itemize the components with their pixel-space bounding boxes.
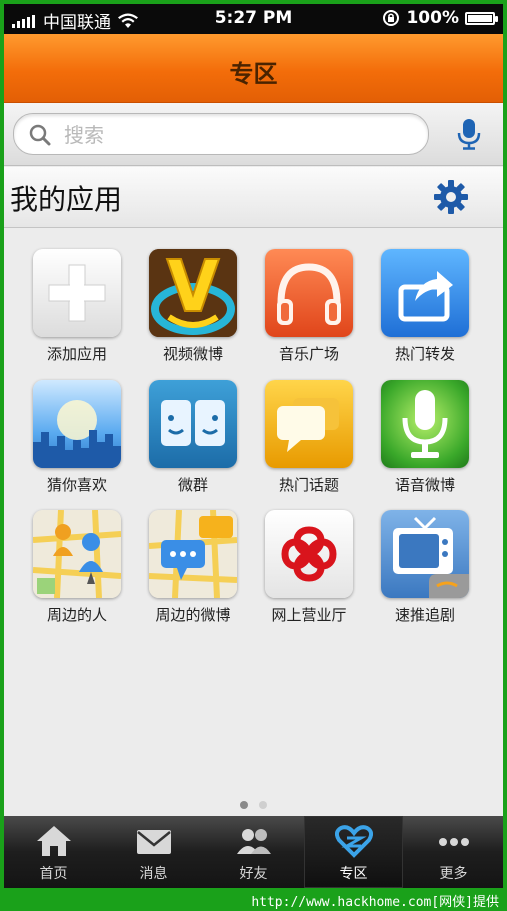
- search-box[interactable]: [13, 113, 429, 155]
- app-header: 专区: [4, 34, 503, 103]
- app-label: 网上营业厅: [271, 606, 347, 624]
- app-tile-nearby-weibo[interactable]: 周边的微博: [135, 505, 251, 625]
- battery-percent: 100%: [406, 8, 459, 28]
- page-title: 专区: [229, 60, 278, 88]
- app-label: 热门转发: [394, 345, 455, 363]
- rotation-lock-icon: [383, 10, 400, 26]
- app-label: 添加应用: [46, 345, 107, 363]
- tab-label: 更多: [439, 866, 468, 882]
- settings-gear-icon[interactable]: [432, 178, 470, 216]
- microphone-icon: [381, 380, 469, 468]
- page-dot[interactable]: [259, 801, 268, 809]
- app-tile-guess-you-like[interactable]: 猜你喜欢: [19, 375, 135, 495]
- watermark-text: http://www.hackhome.com[网侠]提供: [251, 895, 499, 910]
- video-v-icon: [149, 249, 237, 337]
- app-label: 微群: [177, 476, 208, 494]
- tab-messages[interactable]: 消息: [104, 816, 203, 888]
- unicom-logo-icon: [265, 510, 353, 598]
- app-label: 音乐广场: [278, 345, 339, 363]
- search-input[interactable]: [62, 121, 416, 149]
- page-indicator[interactable]: [4, 794, 503, 813]
- app-tile-quick-drama[interactable]: 速推追剧: [367, 505, 483, 625]
- app-label: 热门话题: [278, 476, 339, 494]
- tab-zone-active[interactable]: 专区: [304, 816, 403, 888]
- app-tile-online-service-hall[interactable]: 网上营业厅: [251, 505, 367, 625]
- tv-icon: [381, 510, 469, 598]
- app-tile-weiqun[interactable]: 微群: [135, 375, 251, 495]
- map-people-icon: [33, 510, 121, 598]
- city-skyline-icon: [33, 380, 121, 468]
- app-label: 语音微博: [394, 476, 455, 494]
- status-bar: 中国联通 5:27 PM 100%: [4, 4, 503, 34]
- add-icon: [33, 249, 121, 337]
- tab-label: 好友: [239, 866, 268, 882]
- group-faces-icon: [149, 380, 237, 468]
- app-label: 周边的人: [46, 606, 107, 624]
- mail-icon: [137, 830, 171, 854]
- search-icon: [29, 124, 51, 146]
- app-tile-nearby-people[interactable]: 周边的人: [19, 505, 135, 625]
- app-tile-music-square[interactable]: 音乐广场: [251, 244, 367, 364]
- app-label: 周边的微博: [155, 606, 231, 624]
- watermark-bar: http://www.hackhome.com[网侠]提供: [0, 888, 507, 911]
- more-dots-icon: [439, 838, 469, 846]
- search-bar: [4, 103, 503, 166]
- app-tile-hot-repost[interactable]: 热门转发: [367, 244, 483, 364]
- tab-home[interactable]: 首页: [4, 816, 103, 888]
- page-dot-active[interactable]: [239, 801, 248, 809]
- battery-icon: [465, 11, 498, 25]
- app-tile-add-app[interactable]: 添加应用: [19, 244, 135, 364]
- voice-search-microphone-icon[interactable]: [452, 117, 486, 151]
- bottom-tab-bar: 首页 消息 好友 专区 更多: [4, 816, 503, 888]
- map-bubble-icon: [149, 510, 237, 598]
- tab-label: 首页: [39, 866, 68, 882]
- tab-label: 消息: [139, 866, 168, 882]
- app-tile-hot-topics[interactable]: 热门话题: [251, 375, 367, 495]
- app-label: 视频微博: [162, 345, 223, 363]
- share-arrow-icon: [381, 249, 469, 337]
- device-frame: 中国联通 5:27 PM 100% 专区 搜索 我的应用 添加应用 视频微博 音…: [0, 0, 507, 911]
- app-tile-video-weibo[interactable]: 视频微博: [135, 244, 251, 364]
- tab-more[interactable]: 更多: [404, 816, 503, 888]
- section-title: 我的应用: [10, 183, 123, 216]
- tab-label: 专区: [339, 866, 368, 882]
- my-apps-section-header: 我的应用: [4, 167, 503, 228]
- speech-bubbles-icon: [265, 380, 353, 468]
- tab-friends[interactable]: 好友: [204, 816, 303, 888]
- app-tile-voice-weibo[interactable]: 语音微博: [367, 375, 483, 495]
- phone-screen: 中国联通 5:27 PM 100% 专区 搜索 我的应用 添加应用 视频微博 音…: [4, 4, 503, 888]
- app-label: 速推追剧: [394, 606, 455, 624]
- friends-icon: [237, 829, 271, 854]
- heart-zone-icon: [335, 825, 373, 858]
- home-icon: [37, 826, 71, 856]
- app-label: 猜你喜欢: [46, 476, 107, 494]
- headphones-icon: [265, 249, 353, 337]
